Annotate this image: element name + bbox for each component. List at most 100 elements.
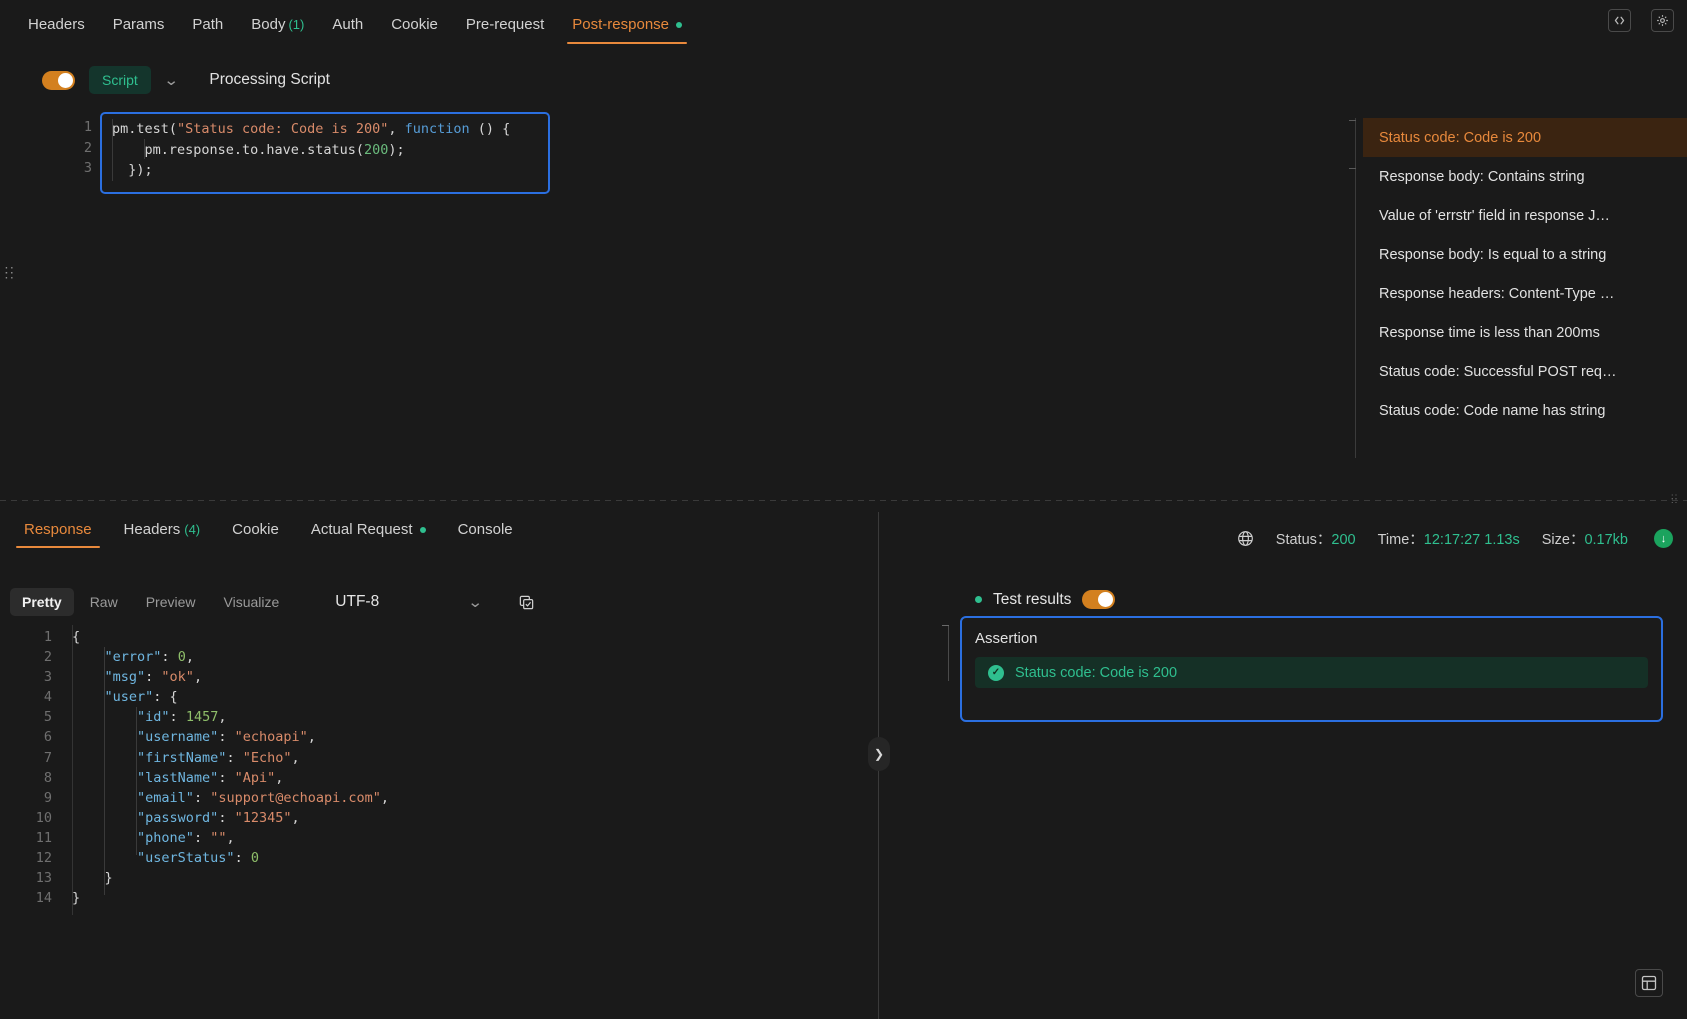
time-label: Time： xyxy=(1377,532,1424,548)
line-number: 2 xyxy=(83,139,92,156)
line-number: 6 xyxy=(43,729,52,746)
json-line: "email": "support@echoapi.com", xyxy=(137,789,390,806)
snippet-list: Status code: Code is 200 Response body: … xyxy=(1349,118,1687,458)
tab-path[interactable]: Path xyxy=(178,17,237,44)
code-line-3: }); xyxy=(112,162,153,178)
request-tab-bar: Headers Params Path Body (1) Auth Cookie … xyxy=(0,0,1687,44)
panel-drag-handle-icon[interactable]: ∷ ∷ xyxy=(5,264,14,282)
assertion-label: Status code: Code is 200 xyxy=(1015,664,1178,681)
gear-icon[interactable] xyxy=(1651,9,1674,32)
snippet-rail xyxy=(1349,118,1356,458)
snippet-item[interactable]: Status code: Code is 200 xyxy=(1363,118,1687,157)
snippet-label: Response time is less than 200ms xyxy=(1379,324,1600,341)
json-line: "id": 1457, xyxy=(137,709,227,726)
json-line: "password": "12345", xyxy=(137,809,300,826)
chevron-down-icon[interactable]: ⌄ xyxy=(163,71,179,89)
format-preview[interactable]: Preview xyxy=(134,588,208,616)
size-value: 0.17kb xyxy=(1584,532,1628,548)
script-enable-toggle[interactable] xyxy=(42,70,75,90)
line-number: 4 xyxy=(43,689,52,706)
json-line: "firstName": "Echo", xyxy=(137,749,300,766)
line-number: 3 xyxy=(43,669,52,686)
test-results-label: Test results xyxy=(993,590,1072,608)
download-icon[interactable]: ↓ xyxy=(1654,529,1673,548)
assertion-panel-title: Assertion xyxy=(975,630,1038,647)
status-label: Status： xyxy=(1275,532,1332,548)
snippet-label: Value of 'errstr' field in response J… xyxy=(1379,207,1610,224)
response-tab-headers[interactable]: Headers (4) xyxy=(108,522,217,548)
script-title: Processing Script xyxy=(209,71,330,88)
size-label: Size： xyxy=(1541,532,1585,548)
response-json-code: { "error": 0, "msg": "ok", "user": { "id… xyxy=(72,627,389,908)
test-results-toggle[interactable] xyxy=(1082,590,1116,609)
snippet-item[interactable]: Response headers: Content-Type … xyxy=(1363,274,1687,313)
check-circle-icon: ✓ xyxy=(988,664,1004,681)
snippet-item[interactable]: Response time is less than 200ms xyxy=(1363,313,1687,352)
response-tab-response[interactable]: Response xyxy=(8,522,108,548)
tab-label: Headers xyxy=(123,521,181,538)
snippet-item[interactable]: Response body: Contains string xyxy=(1363,157,1687,196)
tab-label: Response xyxy=(24,521,92,538)
line-number: 2 xyxy=(43,649,52,666)
test-status-dot-icon xyxy=(975,596,982,603)
snippet-item[interactable]: Status code: Successful POST req… xyxy=(1363,352,1687,391)
format-visualize[interactable]: Visualize xyxy=(212,588,292,616)
response-tab-actual-request[interactable]: Actual Request xyxy=(295,522,442,548)
json-line: "userStatus": 0 xyxy=(137,850,259,867)
tab-label: Console xyxy=(457,521,513,538)
json-line: } xyxy=(72,870,113,887)
tab-label: Auth xyxy=(332,16,364,33)
line-number: 11 xyxy=(35,829,52,846)
script-type-chip[interactable]: Script xyxy=(89,66,151,94)
assertion-row[interactable]: ✓ Status code: Code is 200 xyxy=(975,657,1648,688)
tab-headers[interactable]: Headers xyxy=(14,17,99,44)
response-body-viewer[interactable]: 1 2 3 4 5 6 7 8 9 10 11 12 13 14 { "error": 0, "msg":… xyxy=(0,625,878,1019)
copy-icon[interactable] xyxy=(518,594,535,611)
response-gutter: 1 2 3 4 5 6 7 8 9 10 11 12 13 14 xyxy=(0,625,52,908)
tab-label: Post-response xyxy=(572,16,669,33)
line-number: 1 xyxy=(43,629,52,645)
horizontal-splitter[interactable]: ∷ ∷ xyxy=(0,493,1687,506)
format-pretty[interactable]: Pretty xyxy=(10,588,74,616)
response-format-bar: Pretty Raw Preview Visualize UTF-8 ⌄ xyxy=(10,588,535,616)
code-line-1: pm.test("Status code: Code is 200", func… xyxy=(112,121,511,137)
chevron-right-icon[interactable]: ❯ xyxy=(868,737,890,771)
toolbar-icons xyxy=(1608,9,1674,32)
json-line: "username": "echoapi", xyxy=(137,729,316,746)
response-size-group: Size：0.17kb xyxy=(1542,528,1628,549)
tab-auth[interactable]: Auth xyxy=(318,17,377,44)
line-number: 14 xyxy=(35,890,52,907)
tab-label: Params xyxy=(112,16,165,33)
json-line: "error": 0, xyxy=(104,649,194,666)
tab-pre-request[interactable]: Pre-request xyxy=(452,17,558,44)
tab-post-response[interactable]: Post-response xyxy=(558,17,696,44)
tab-label: Path xyxy=(192,16,224,33)
assertion-rail xyxy=(942,625,949,681)
status-code-group: Status：200 xyxy=(1276,528,1356,549)
format-raw[interactable]: Raw xyxy=(78,588,130,616)
line-number: 1 xyxy=(83,119,92,135)
response-tab-console[interactable]: Console xyxy=(442,522,529,548)
tab-params[interactable]: Params xyxy=(99,17,179,44)
code-icon[interactable] xyxy=(1608,9,1631,32)
tab-count: (4) xyxy=(184,522,201,537)
snippet-item[interactable]: Response body: Is equal to a string xyxy=(1363,235,1687,274)
json-line: "phone": "", xyxy=(137,829,235,846)
line-number: 7 xyxy=(43,749,52,766)
tab-cookie[interactable]: Cookie xyxy=(377,17,452,44)
snippet-item[interactable]: Status code: Code name has string xyxy=(1363,391,1687,430)
response-tab-cookie[interactable]: Cookie xyxy=(216,522,295,548)
snippet-label: Response body: Is equal to a string xyxy=(1379,246,1607,263)
tab-label: Body xyxy=(251,16,286,33)
chevron-down-icon[interactable]: ⌄ xyxy=(468,593,484,611)
line-number: 13 xyxy=(35,870,52,887)
snippet-item[interactable]: Value of 'errstr' field in response J… xyxy=(1363,196,1687,235)
encoding-select[interactable]: UTF-8 xyxy=(335,593,379,611)
tab-label: Cookie xyxy=(232,521,279,538)
tab-count: (1) xyxy=(288,17,305,32)
script-code-input[interactable]: pm.test("Status code: Code is 200", func… xyxy=(100,112,550,194)
response-time-group: Time：12:17:27 1.13s xyxy=(1378,528,1520,549)
line-number: 8 xyxy=(43,769,52,786)
tab-body[interactable]: Body (1) xyxy=(237,17,318,44)
grid-layout-icon[interactable] xyxy=(1635,969,1663,997)
